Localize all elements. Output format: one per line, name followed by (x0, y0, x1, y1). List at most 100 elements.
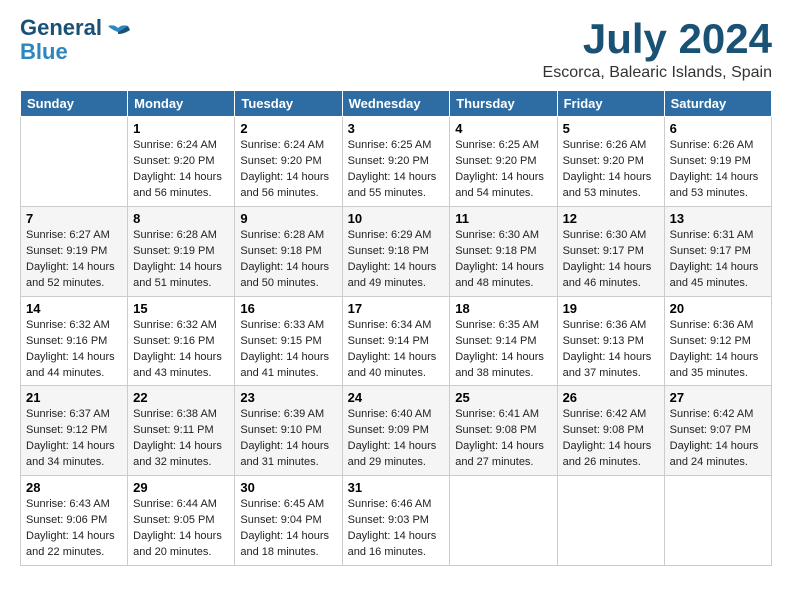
calendar-week-row: 7 Sunrise: 6:27 AMSunset: 9:19 PMDayligh… (21, 206, 772, 296)
calendar-cell: 19 Sunrise: 6:36 AMSunset: 9:13 PMDaylig… (557, 296, 664, 386)
cell-info: Sunrise: 6:24 AMSunset: 9:20 PMDaylight:… (240, 139, 329, 199)
cell-info: Sunrise: 6:43 AMSunset: 9:06 PMDaylight:… (26, 498, 115, 558)
page-header: GeneralBlue July 2024 Escorca, Balearic … (20, 16, 772, 82)
calendar-cell: 30 Sunrise: 6:45 AMSunset: 9:04 PMDaylig… (235, 476, 342, 566)
day-number: 8 (133, 211, 229, 226)
weekday-header-row: SundayMondayTuesdayWednesdayThursdayFrid… (21, 91, 772, 117)
cell-info: Sunrise: 6:42 AMSunset: 9:07 PMDaylight:… (670, 408, 759, 468)
day-number: 12 (563, 211, 659, 226)
calendar-cell (21, 117, 128, 207)
title-block: July 2024 Escorca, Balearic Islands, Spa… (543, 16, 772, 82)
cell-info: Sunrise: 6:30 AMSunset: 9:18 PMDaylight:… (455, 229, 544, 289)
day-number: 21 (26, 390, 122, 405)
day-number: 19 (563, 301, 659, 316)
day-number: 18 (455, 301, 551, 316)
day-number: 3 (348, 121, 445, 136)
calendar-cell: 13 Sunrise: 6:31 AMSunset: 9:17 PMDaylig… (664, 206, 771, 296)
cell-info: Sunrise: 6:41 AMSunset: 9:08 PMDaylight:… (455, 408, 544, 468)
cell-info: Sunrise: 6:35 AMSunset: 9:14 PMDaylight:… (455, 319, 544, 379)
cell-info: Sunrise: 6:24 AMSunset: 9:20 PMDaylight:… (133, 139, 222, 199)
calendar-cell: 17 Sunrise: 6:34 AMSunset: 9:14 PMDaylig… (342, 296, 450, 386)
day-number: 14 (26, 301, 122, 316)
calendar-cell: 21 Sunrise: 6:37 AMSunset: 9:12 PMDaylig… (21, 386, 128, 476)
day-number: 6 (670, 121, 766, 136)
calendar-cell: 5 Sunrise: 6:26 AMSunset: 9:20 PMDayligh… (557, 117, 664, 207)
day-number: 28 (26, 480, 122, 495)
day-number: 29 (133, 480, 229, 495)
calendar-cell: 27 Sunrise: 6:42 AMSunset: 9:07 PMDaylig… (664, 386, 771, 476)
cell-info: Sunrise: 6:32 AMSunset: 9:16 PMDaylight:… (26, 319, 115, 379)
calendar-cell (664, 476, 771, 566)
cell-info: Sunrise: 6:25 AMSunset: 9:20 PMDaylight:… (348, 139, 437, 199)
day-number: 26 (563, 390, 659, 405)
day-number: 4 (455, 121, 551, 136)
day-number: 7 (26, 211, 122, 226)
weekday-header: Monday (128, 91, 235, 117)
weekday-header: Friday (557, 91, 664, 117)
calendar-week-row: 14 Sunrise: 6:32 AMSunset: 9:16 PMDaylig… (21, 296, 772, 386)
cell-info: Sunrise: 6:46 AMSunset: 9:03 PMDaylight:… (348, 498, 437, 558)
day-number: 11 (455, 211, 551, 226)
calendar-cell: 20 Sunrise: 6:36 AMSunset: 9:12 PMDaylig… (664, 296, 771, 386)
day-number: 27 (670, 390, 766, 405)
day-number: 20 (670, 301, 766, 316)
calendar-week-row: 21 Sunrise: 6:37 AMSunset: 9:12 PMDaylig… (21, 386, 772, 476)
calendar-cell: 2 Sunrise: 6:24 AMSunset: 9:20 PMDayligh… (235, 117, 342, 207)
logo-bird-icon (104, 24, 132, 46)
calendar-cell: 29 Sunrise: 6:44 AMSunset: 9:05 PMDaylig… (128, 476, 235, 566)
cell-info: Sunrise: 6:42 AMSunset: 9:08 PMDaylight:… (563, 408, 652, 468)
day-number: 13 (670, 211, 766, 226)
day-number: 22 (133, 390, 229, 405)
cell-info: Sunrise: 6:34 AMSunset: 9:14 PMDaylight:… (348, 319, 437, 379)
calendar-table: SundayMondayTuesdayWednesdayThursdayFrid… (20, 90, 772, 566)
location: Escorca, Balearic Islands, Spain (543, 64, 772, 82)
cell-info: Sunrise: 6:28 AMSunset: 9:19 PMDaylight:… (133, 229, 222, 289)
day-number: 24 (348, 390, 445, 405)
calendar-week-row: 1 Sunrise: 6:24 AMSunset: 9:20 PMDayligh… (21, 117, 772, 207)
calendar-cell: 8 Sunrise: 6:28 AMSunset: 9:19 PMDayligh… (128, 206, 235, 296)
calendar-cell: 16 Sunrise: 6:33 AMSunset: 9:15 PMDaylig… (235, 296, 342, 386)
cell-info: Sunrise: 6:29 AMSunset: 9:18 PMDaylight:… (348, 229, 437, 289)
cell-info: Sunrise: 6:27 AMSunset: 9:19 PMDaylight:… (26, 229, 115, 289)
cell-info: Sunrise: 6:25 AMSunset: 9:20 PMDaylight:… (455, 139, 544, 199)
weekday-header: Sunday (21, 91, 128, 117)
calendar-cell: 23 Sunrise: 6:39 AMSunset: 9:10 PMDaylig… (235, 386, 342, 476)
day-number: 25 (455, 390, 551, 405)
calendar-cell: 1 Sunrise: 6:24 AMSunset: 9:20 PMDayligh… (128, 117, 235, 207)
calendar-cell: 11 Sunrise: 6:30 AMSunset: 9:18 PMDaylig… (450, 206, 557, 296)
weekday-header: Tuesday (235, 91, 342, 117)
calendar-cell: 14 Sunrise: 6:32 AMSunset: 9:16 PMDaylig… (21, 296, 128, 386)
calendar-cell (557, 476, 664, 566)
calendar-cell: 9 Sunrise: 6:28 AMSunset: 9:18 PMDayligh… (235, 206, 342, 296)
calendar-cell: 24 Sunrise: 6:40 AMSunset: 9:09 PMDaylig… (342, 386, 450, 476)
cell-info: Sunrise: 6:36 AMSunset: 9:12 PMDaylight:… (670, 319, 759, 379)
weekday-header: Thursday (450, 91, 557, 117)
calendar-cell: 12 Sunrise: 6:30 AMSunset: 9:17 PMDaylig… (557, 206, 664, 296)
cell-info: Sunrise: 6:39 AMSunset: 9:10 PMDaylight:… (240, 408, 329, 468)
calendar-cell: 31 Sunrise: 6:46 AMSunset: 9:03 PMDaylig… (342, 476, 450, 566)
cell-info: Sunrise: 6:38 AMSunset: 9:11 PMDaylight:… (133, 408, 222, 468)
calendar-cell: 28 Sunrise: 6:43 AMSunset: 9:06 PMDaylig… (21, 476, 128, 566)
day-number: 5 (563, 121, 659, 136)
calendar-cell: 6 Sunrise: 6:26 AMSunset: 9:19 PMDayligh… (664, 117, 771, 207)
calendar-cell: 22 Sunrise: 6:38 AMSunset: 9:11 PMDaylig… (128, 386, 235, 476)
logo-text: GeneralBlue (20, 16, 102, 64)
calendar-cell: 26 Sunrise: 6:42 AMSunset: 9:08 PMDaylig… (557, 386, 664, 476)
calendar-cell: 25 Sunrise: 6:41 AMSunset: 9:08 PMDaylig… (450, 386, 557, 476)
day-number: 9 (240, 211, 336, 226)
calendar-cell: 3 Sunrise: 6:25 AMSunset: 9:20 PMDayligh… (342, 117, 450, 207)
cell-info: Sunrise: 6:33 AMSunset: 9:15 PMDaylight:… (240, 319, 329, 379)
cell-info: Sunrise: 6:40 AMSunset: 9:09 PMDaylight:… (348, 408, 437, 468)
cell-info: Sunrise: 6:28 AMSunset: 9:18 PMDaylight:… (240, 229, 329, 289)
logo: GeneralBlue (20, 16, 132, 64)
calendar-cell: 18 Sunrise: 6:35 AMSunset: 9:14 PMDaylig… (450, 296, 557, 386)
day-number: 15 (133, 301, 229, 316)
day-number: 2 (240, 121, 336, 136)
day-number: 16 (240, 301, 336, 316)
cell-info: Sunrise: 6:36 AMSunset: 9:13 PMDaylight:… (563, 319, 652, 379)
calendar-cell: 4 Sunrise: 6:25 AMSunset: 9:20 PMDayligh… (450, 117, 557, 207)
day-number: 30 (240, 480, 336, 495)
calendar-cell: 15 Sunrise: 6:32 AMSunset: 9:16 PMDaylig… (128, 296, 235, 386)
cell-info: Sunrise: 6:26 AMSunset: 9:20 PMDaylight:… (563, 139, 652, 199)
day-number: 1 (133, 121, 229, 136)
